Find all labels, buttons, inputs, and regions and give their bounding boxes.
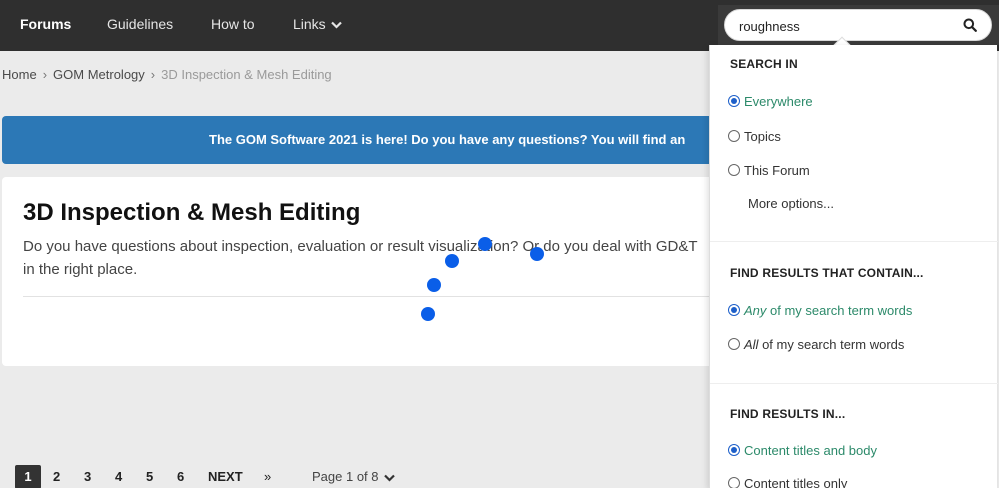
page-title: 3D Inspection & Mesh Editing (23, 199, 361, 226)
radio-empty-icon (728, 338, 740, 350)
radio-empty-icon (728, 164, 740, 176)
forum-header-card: 3D Inspection & Mesh Editing Do you have… (2, 177, 720, 366)
forum-description: Do you have questions about inspection, … (23, 235, 720, 281)
divider (710, 241, 998, 242)
page-link-1[interactable]: 1 (15, 465, 41, 488)
option-emphasis: Any (744, 303, 767, 318)
chevron-down-icon (330, 22, 342, 29)
next-page-button[interactable]: NEXT (208, 465, 243, 488)
option-label: Everywhere (744, 94, 813, 109)
option-label: Content titles only (744, 476, 848, 488)
search-box[interactable] (724, 9, 992, 41)
divider (710, 383, 998, 384)
chevron-down-icon (383, 474, 395, 482)
option-this-forum[interactable]: This Forum (728, 163, 810, 178)
nav-item-forums[interactable]: Forums (20, 0, 72, 51)
section-heading-contain: FIND RESULTS THAT CONTAIN... (730, 266, 924, 280)
nav-item-links[interactable]: Links (293, 0, 342, 48)
search-options-panel: SEARCH IN Everywhere Topics This Forum M… (709, 45, 998, 488)
search-icon[interactable] (963, 18, 977, 32)
overlay-dot (445, 254, 459, 268)
radio-empty-icon (728, 130, 740, 142)
page-link-4[interactable]: 4 (115, 465, 122, 488)
option-topics[interactable]: Topics (728, 129, 781, 144)
option-everywhere[interactable]: Everywhere (728, 94, 813, 109)
option-label: Topics (744, 129, 781, 144)
breadcrumb: Home › GOM Metrology › 3D Inspection & Mesh … (2, 67, 332, 82)
divider (23, 296, 720, 297)
forum-description-line-2: in the right place. (23, 261, 138, 278)
overlay-dot (478, 237, 492, 251)
overlay-dot (530, 247, 544, 261)
nav-item-guidelines[interactable]: Guidelines (107, 0, 173, 48)
option-label: of my search term words (766, 303, 913, 318)
radio-empty-icon (728, 477, 740, 488)
breadcrumb-gom-metrology[interactable]: GOM Metrology (53, 67, 145, 82)
option-label: of my search term words (758, 337, 905, 352)
nav-item-links-label: Links (293, 16, 326, 32)
section-heading-results-in: FIND RESULTS IN... (730, 407, 846, 421)
page-link-2[interactable]: 2 (53, 465, 60, 488)
option-titles-and-body[interactable]: Content titles and body (728, 443, 877, 458)
page-link-6[interactable]: 6 (177, 465, 184, 488)
radio-selected-icon (728, 444, 740, 456)
page-link-3[interactable]: 3 (84, 465, 91, 488)
last-page-button[interactable]: » (264, 465, 271, 488)
radio-selected-icon (728, 95, 740, 107)
breadcrumb-separator-icon: › (150, 67, 156, 82)
radio-selected-icon (728, 304, 740, 316)
breadcrumb-home[interactable]: Home (2, 67, 37, 82)
announcement-text: The GOM Software 2021 is here! Do you ha… (209, 132, 686, 147)
option-titles-only[interactable]: Content titles only (728, 476, 847, 488)
overlay-dot (421, 307, 435, 321)
overlay-dot (427, 278, 441, 292)
breadcrumb-current: 3D Inspection & Mesh Editing (161, 67, 332, 82)
option-emphasis: All (744, 337, 759, 352)
section-heading-search-in: SEARCH IN (730, 57, 798, 71)
page-jump-label: Page 1 of 8 (312, 469, 379, 484)
more-options-link[interactable]: More options... (748, 196, 834, 211)
breadcrumb-separator-icon: › (42, 67, 48, 82)
option-any-words[interactable]: Any of my search term words (728, 303, 912, 318)
forum-description-line-1: Do you have questions about inspection, … (23, 238, 698, 255)
announcement-banner[interactable]: The GOM Software 2021 is here! Do you ha… (2, 116, 722, 164)
nav-item-how-to[interactable]: How to (211, 0, 255, 48)
page-link-5[interactable]: 5 (146, 465, 153, 488)
page-jump-dropdown[interactable]: Page 1 of 8 (312, 465, 395, 488)
option-all-words[interactable]: All of my search term words (728, 337, 904, 352)
option-label: This Forum (744, 163, 810, 178)
search-input[interactable] (739, 16, 959, 36)
option-label: Content titles and body (744, 443, 877, 458)
